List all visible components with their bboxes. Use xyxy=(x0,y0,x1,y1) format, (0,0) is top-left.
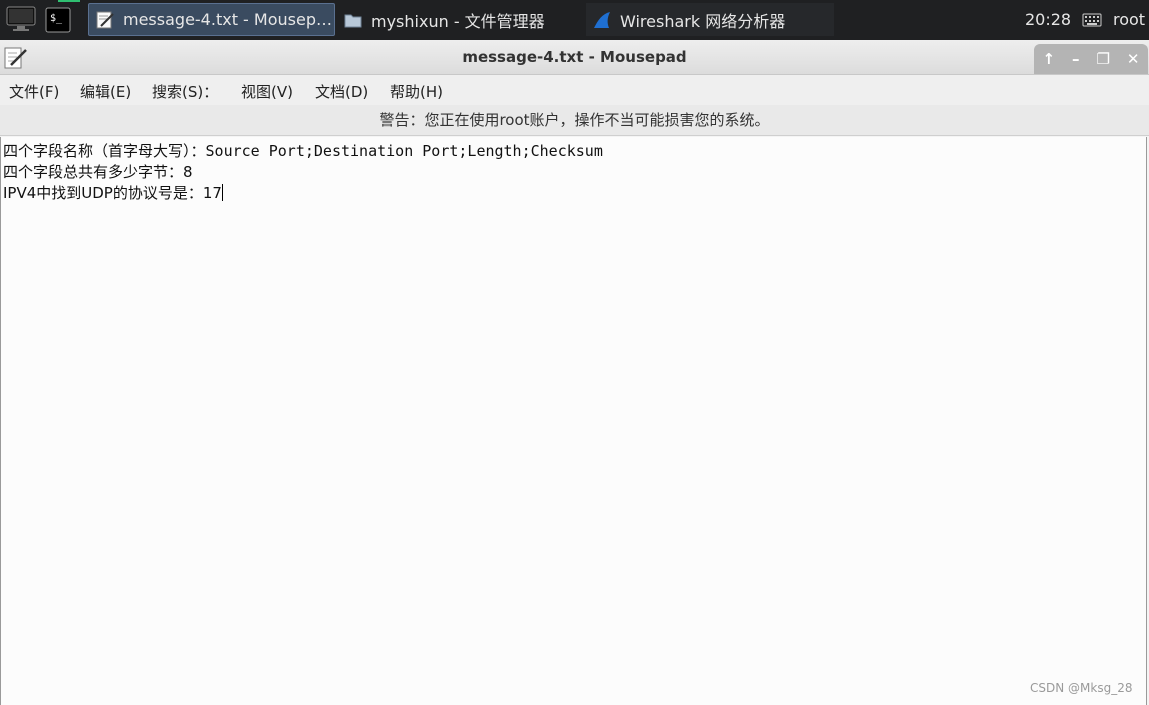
watermark: CSDN @Mksg_28 xyxy=(1030,681,1133,695)
svg-text:$_: $_ xyxy=(50,13,63,24)
line-label: 四个字段名称（首字母大写）： xyxy=(3,142,206,160)
clock[interactable]: 20:28 xyxy=(1025,10,1071,29)
menu-file[interactable]: 文件(F) xyxy=(9,81,59,102)
window-controls: ↑ – ❐ ✕ xyxy=(1034,44,1148,74)
line-label: IPV4中找到UDP的协议号是： xyxy=(3,184,203,202)
task-file-manager[interactable]: myshixun - 文件管理器 xyxy=(337,3,582,36)
line-label: 四个字段总共有多少字节： xyxy=(3,163,184,181)
root-warning-bar: 警告：您正在使用root账户，操作不当可能损害您的系统。 xyxy=(0,105,1149,136)
task-wireshark[interactable]: Wireshark 网络分析器 xyxy=(586,3,834,36)
wireshark-fin-icon xyxy=(594,11,610,28)
editor-line[interactable]: 四个字段名称（首字母大写）：Source Port;Destination Po… xyxy=(3,140,603,161)
task-label: Wireshark 网络分析器 xyxy=(620,11,786,31)
keep-above-icon[interactable]: ↑ xyxy=(1042,50,1055,68)
line-value: Source Port;Destination Port;Length;Chec… xyxy=(205,142,603,160)
menu-view[interactable]: 视图(V) xyxy=(241,81,293,102)
active-indicator xyxy=(58,0,80,2)
text-editor-icon xyxy=(96,11,114,28)
maximize-icon[interactable]: ❐ xyxy=(1097,50,1110,68)
text-editor-area[interactable]: 四个字段名称（首字母大写）：Source Port;Destination Po… xyxy=(0,137,1147,705)
taskbar: $_ message-4.txt - Mousep… myshixun - 文件… xyxy=(0,0,1149,40)
user-name[interactable]: root xyxy=(1113,10,1145,29)
menu-help[interactable]: 帮助(H) xyxy=(390,81,443,102)
editor-line[interactable]: IPV4中找到UDP的协议号是：17 xyxy=(3,182,223,203)
window-title: message-4.txt - Mousepad xyxy=(462,48,687,66)
show-desktop-icon[interactable] xyxy=(5,5,37,33)
menu-document[interactable]: 文档(D) xyxy=(315,81,368,102)
task-label: myshixun - 文件管理器 xyxy=(371,11,545,31)
minimize-icon[interactable]: – xyxy=(1072,50,1080,68)
line-value: 17 xyxy=(202,184,222,202)
menu-search[interactable]: 搜索(S)： xyxy=(152,81,218,102)
line-value: 8 xyxy=(183,163,193,181)
keyboard-icon[interactable] xyxy=(1082,11,1102,29)
menu-edit[interactable]: 编辑(E) xyxy=(80,81,131,102)
task-label: message-4.txt - Mousep… xyxy=(123,10,332,29)
window-titlebar[interactable]: message-4.txt - Mousepad ↑ – ❐ ✕ xyxy=(0,40,1149,75)
menu-bar: 文件(F) 编辑(E) 搜索(S)： 视图(V) 文档(D) 帮助(H) xyxy=(0,75,1149,105)
text-cursor xyxy=(221,184,223,201)
folder-icon xyxy=(344,14,362,27)
task-mousepad[interactable]: message-4.txt - Mousep… xyxy=(88,3,335,36)
editor-line[interactable]: 四个字段总共有多少字节：8 xyxy=(3,161,193,182)
close-icon[interactable]: ✕ xyxy=(1127,50,1140,68)
terminal-icon[interactable]: $_ xyxy=(45,7,71,33)
